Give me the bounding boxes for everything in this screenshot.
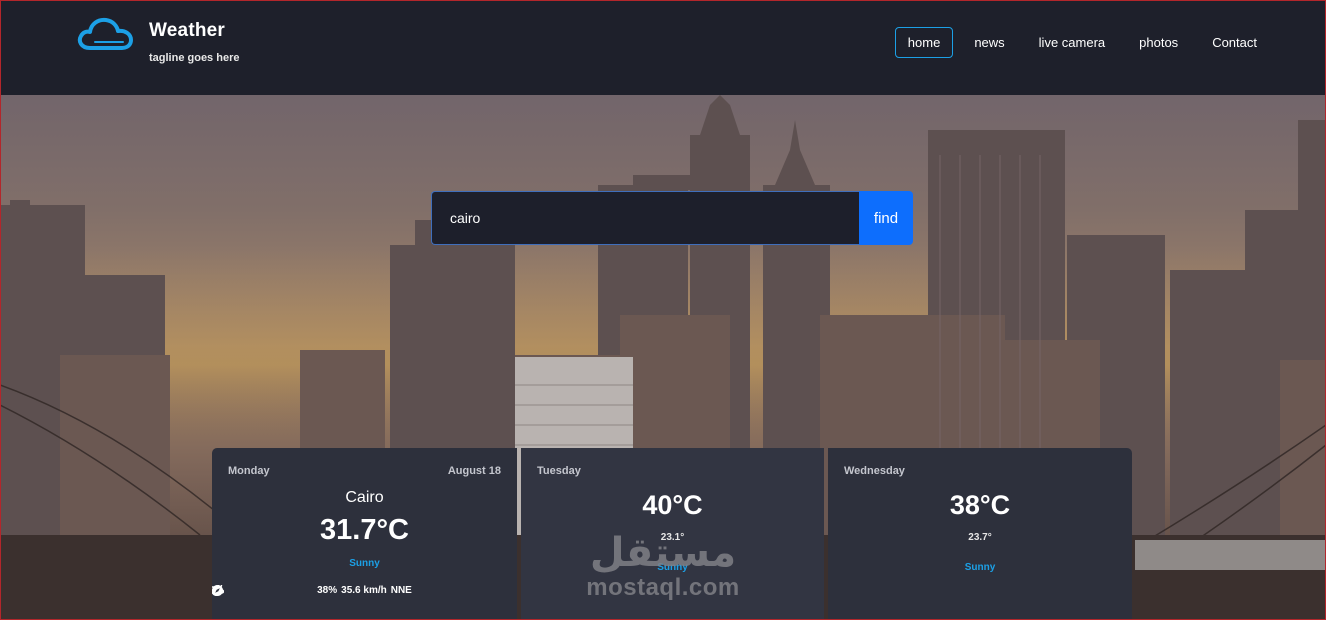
weather-condition: Sunny [349, 558, 380, 569]
card-day: Tuesday [537, 465, 581, 477]
nav-news[interactable]: news [961, 27, 1017, 58]
min-temperature: 23.7° [968, 532, 992, 543]
card-day: Wednesday [844, 465, 905, 477]
site-header: Weather tagline goes here home news live… [0, 0, 1326, 95]
site-tagline: tagline goes here [149, 52, 240, 64]
cloud-icon [77, 17, 133, 50]
watermark-arabic-text: مستقل [589, 530, 737, 576]
max-temperature: 38°C [949, 490, 1011, 520]
max-temperature: 40°C [642, 490, 703, 520]
city-name: Cairo [345, 489, 384, 506]
weather-details: 38% 35.6 km/h NNE [212, 585, 517, 596]
nav-contact[interactable]: Contact [1199, 27, 1270, 58]
watermark-latin-text: mostaql.com [586, 574, 740, 601]
nav-photos[interactable]: photos [1126, 27, 1191, 58]
wind-speed-value: 35.6 km/h [341, 585, 387, 596]
city-search-input[interactable] [431, 191, 859, 245]
nav-home[interactable]: home [894, 27, 954, 58]
nav-live-camera[interactable]: live camera [1026, 27, 1118, 58]
compass-icon [212, 585, 223, 596]
site-title[interactable]: Weather [149, 20, 225, 42]
find-button[interactable]: find [859, 191, 913, 245]
card-day: Monday [228, 465, 270, 477]
main-nav: home news live camera photos Contact [894, 27, 1270, 58]
card-date: August 18 [447, 465, 501, 477]
forecast-card-today: Monday August 18 Cairo 31.7°C Sunny 38% … [212, 448, 517, 620]
wind-direction-value: NNE [390, 585, 412, 596]
forecast-card-wednesday: Wednesday 38°C 23.7° Sunny [828, 448, 1132, 620]
weather-condition: Sunny [964, 562, 996, 573]
current-temperature: 31.7°C [320, 514, 409, 546]
mostaql-watermark: مستقل mostaql.com [583, 531, 743, 601]
humidity-value: 38% [317, 585, 338, 596]
search-bar: find [431, 191, 913, 245]
